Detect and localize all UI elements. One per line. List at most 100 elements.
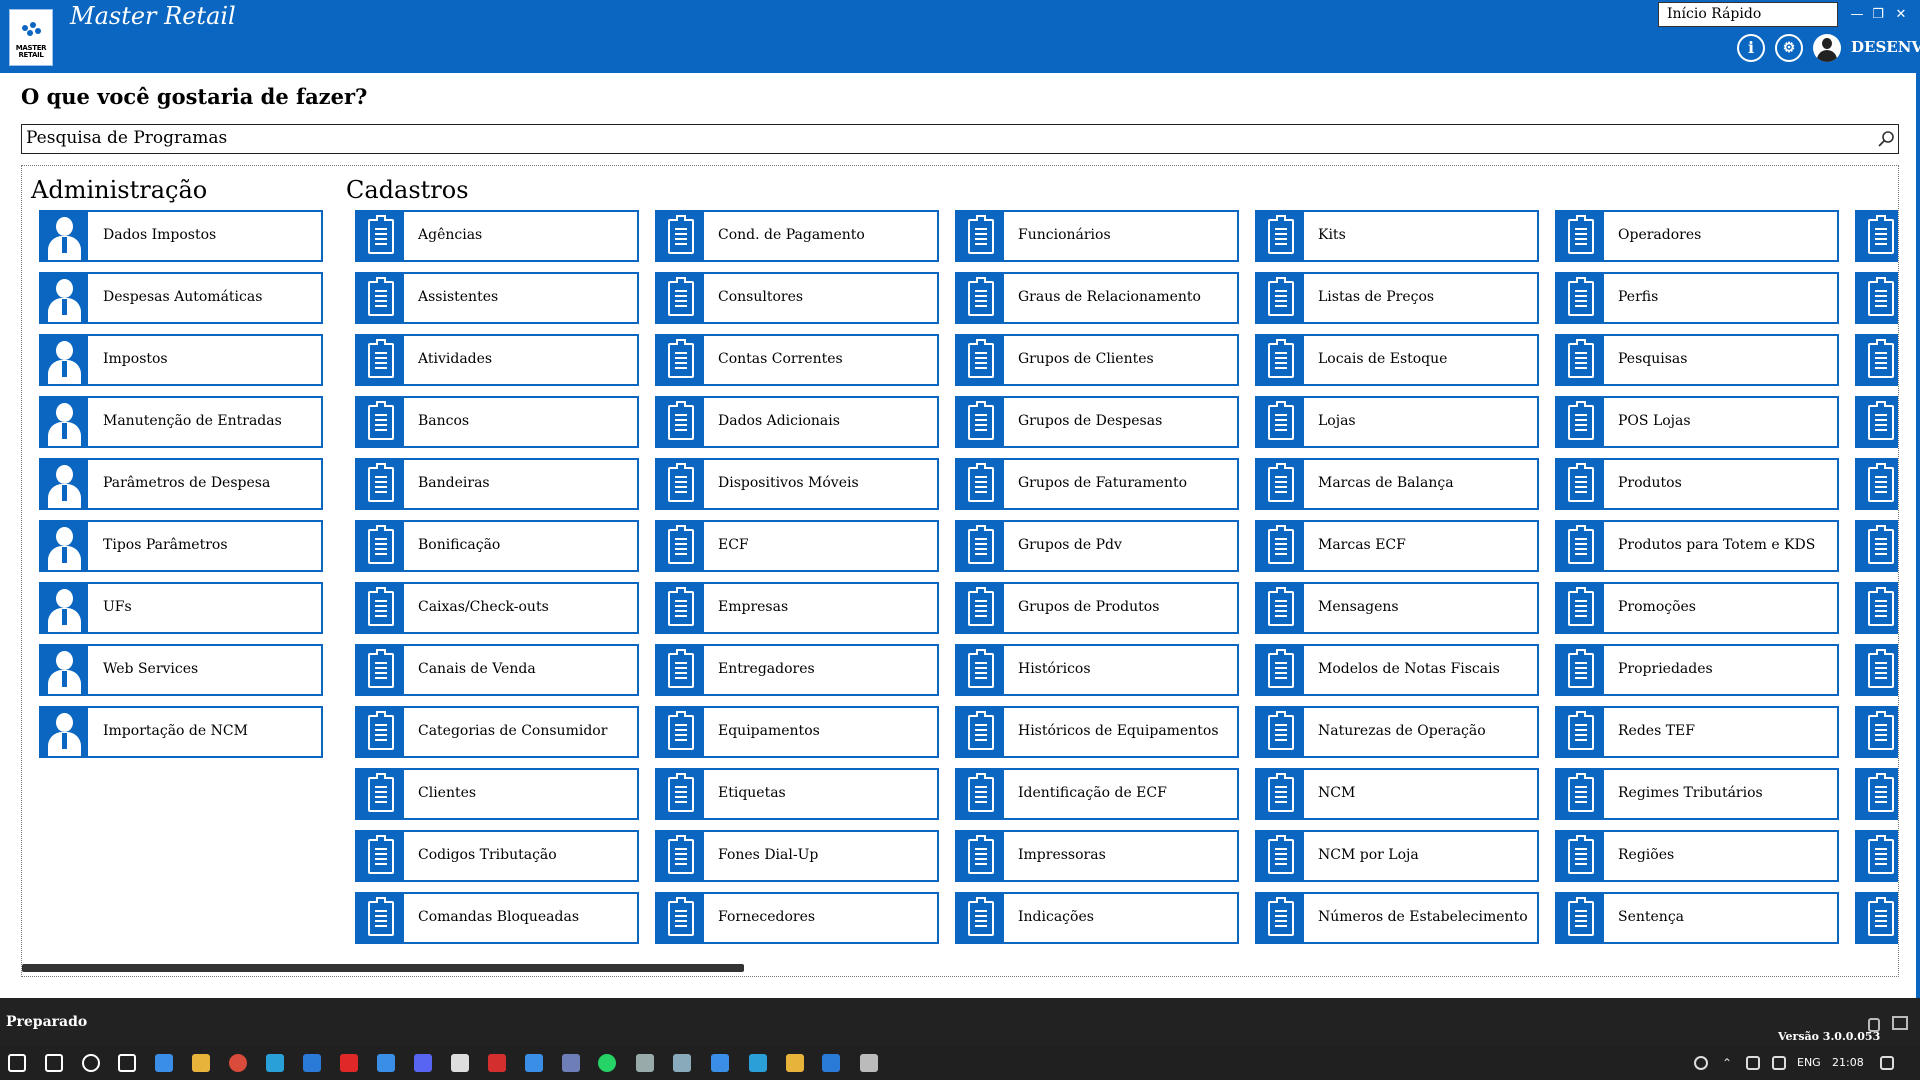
volume-icon[interactable] <box>1746 1056 1760 1070</box>
windows-start-icon[interactable] <box>8 1054 26 1072</box>
cadastro-tile[interactable]: Locais de Estoque <box>1255 334 1539 386</box>
cadastro-tile[interactable]: Lojas <box>1255 396 1539 448</box>
cadastro-tile[interactable]: Sentença <box>1555 892 1839 944</box>
cadastro-tile[interactable]: Históricos <box>955 644 1239 696</box>
cadastro-tile[interactable]: Codigos Tributação <box>355 830 639 882</box>
remote-desktop-icon[interactable] <box>636 1054 654 1072</box>
cadastro-tile[interactable] <box>1855 210 1898 262</box>
cadastro-tile[interactable]: Regimes Tributários <box>1555 768 1839 820</box>
cadastro-tile[interactable]: Modelos de Notas Fiscais <box>1255 644 1539 696</box>
info-icon[interactable]: i <box>1737 34 1765 62</box>
git-icon[interactable] <box>786 1054 804 1072</box>
cadastro-tile[interactable]: Marcas ECF <box>1255 520 1539 572</box>
cadastro-tile[interactable]: Redes TEF <box>1555 706 1839 758</box>
cadastro-tile[interactable] <box>1855 520 1898 572</box>
restore-icon[interactable]: ❐ <box>1866 4 1890 26</box>
admin-tile[interactable]: Dados Impostos <box>39 210 323 262</box>
task-view-icon[interactable] <box>118 1054 136 1072</box>
cadastro-tile[interactable]: ECF <box>655 520 939 572</box>
cadastro-tile[interactable]: Propriedades <box>1555 644 1839 696</box>
cadastro-tile[interactable]: Naturezas de Operação <box>1255 706 1539 758</box>
chrome-icon[interactable] <box>229 1054 247 1072</box>
gear-icon[interactable]: ⚙ <box>1775 34 1803 62</box>
battery-icon[interactable] <box>1772 1056 1786 1070</box>
chevron-up-icon[interactable]: ⌃ <box>1722 1056 1736 1070</box>
search-icon[interactable] <box>1876 129 1896 149</box>
cadastro-tile[interactable]: Grupos de Clientes <box>955 334 1239 386</box>
cadastro-tile[interactable]: Empresas <box>655 582 939 634</box>
cadastro-tile[interactable]: Produtos <box>1555 458 1839 510</box>
quick-start-input[interactable]: Início Rápido <box>1658 2 1838 27</box>
cadastro-tile[interactable] <box>1855 272 1898 324</box>
language-indicator[interactable]: ENG <box>1797 1056 1821 1069</box>
github-desktop-icon[interactable] <box>562 1054 580 1072</box>
cadastro-tile[interactable]: Graus de Relacionamento <box>955 272 1239 324</box>
cadastro-tile[interactable] <box>1855 396 1898 448</box>
vscode-icon[interactable] <box>303 1054 321 1072</box>
cortana-icon[interactable] <box>82 1054 100 1072</box>
cadastro-tile[interactable]: Fornecedores <box>655 892 939 944</box>
people-icon[interactable] <box>1694 1056 1708 1070</box>
clock[interactable]: 21:08 <box>1832 1056 1864 1069</box>
cadastro-tile[interactable]: Categorias de Consumidor <box>355 706 639 758</box>
whatsapp-icon[interactable] <box>598 1054 616 1072</box>
notifications-icon[interactable] <box>1880 1056 1894 1070</box>
avatar[interactable] <box>1813 34 1841 62</box>
cadastro-tile[interactable]: Clientes <box>355 768 639 820</box>
cadastro-tile[interactable]: Contas Correntes <box>655 334 939 386</box>
cadastro-tile[interactable] <box>1855 582 1898 634</box>
admin-tile[interactable]: Parâmetros de Despesa <box>39 458 323 510</box>
horizontal-scrollbar[interactable] <box>22 964 744 972</box>
cadastro-tile[interactable]: Entregadores <box>655 644 939 696</box>
cadastro-tile[interactable] <box>1855 334 1898 386</box>
cadastro-tile[interactable]: Regiões <box>1555 830 1839 882</box>
cadastro-tile[interactable]: Caixas/Check-outs <box>355 582 639 634</box>
tablet-app-icon[interactable] <box>673 1054 691 1072</box>
media-app-icon[interactable] <box>749 1054 767 1072</box>
close-icon[interactable]: ✕ <box>1889 4 1913 26</box>
discord-icon[interactable] <box>414 1054 432 1072</box>
cadastro-tile[interactable] <box>1855 892 1898 944</box>
cadastro-tile[interactable]: Cond. de Pagamento <box>655 210 939 262</box>
cadastro-tile[interactable]: Impressoras <box>955 830 1239 882</box>
admin-tile[interactable]: Web Services <box>39 644 323 696</box>
cadastro-tile[interactable]: Equipamentos <box>655 706 939 758</box>
cadastro-tile[interactable]: Dados Adicionais <box>655 396 939 448</box>
cadastro-tile[interactable]: Pesquisas <box>1555 334 1839 386</box>
cadastro-tile[interactable]: Bonificação <box>355 520 639 572</box>
edge-icon[interactable] <box>266 1054 284 1072</box>
cadastro-tile[interactable]: Canais de Venda <box>355 644 639 696</box>
cadastro-tile[interactable]: Perfis <box>1555 272 1839 324</box>
cadastro-tile[interactable]: Fones Dial-Up <box>655 830 939 882</box>
messenger-icon[interactable] <box>525 1054 543 1072</box>
cadastro-tile[interactable]: Grupos de Faturamento <box>955 458 1239 510</box>
cadastro-tile[interactable]: Bancos <box>355 396 639 448</box>
mail-icon[interactable] <box>377 1054 395 1072</box>
cadastro-tile[interactable]: Assistentes <box>355 272 639 324</box>
admin-tile[interactable]: Impostos <box>39 334 323 386</box>
cadastro-tile[interactable] <box>1855 830 1898 882</box>
misc-app-icon[interactable] <box>860 1054 878 1072</box>
cadastro-tile[interactable] <box>1855 768 1898 820</box>
cadastro-tile[interactable]: Números de Estabelecimento <box>1255 892 1539 944</box>
cadastro-tile[interactable]: Grupos de Pdv <box>955 520 1239 572</box>
cadastro-tile[interactable] <box>1855 644 1898 696</box>
search-input[interactable]: Pesquisa de Programas <box>21 124 1899 154</box>
cadastro-tile[interactable]: Comandas Bloqueadas <box>355 892 639 944</box>
pointer-app-icon[interactable] <box>451 1054 469 1072</box>
admin-tile[interactable]: Despesas Automáticas <box>39 272 323 324</box>
file-explorer-icon[interactable] <box>192 1054 210 1072</box>
cadastro-tile[interactable]: Listas de Preços <box>1255 272 1539 324</box>
cadastro-tile[interactable]: POS Lojas <box>1555 396 1839 448</box>
cadastro-tile[interactable]: Funcionários <box>955 210 1239 262</box>
admin-tile[interactable]: Manutenção de Entradas <box>39 396 323 448</box>
admin-tile[interactable]: Tipos Parâmetros <box>39 520 323 572</box>
pdf-icon[interactable] <box>488 1054 506 1072</box>
admin-tile[interactable]: Importação de NCM <box>39 706 323 758</box>
cadastro-tile[interactable]: Identificação de ECF <box>955 768 1239 820</box>
search-icon[interactable] <box>45 1054 63 1072</box>
cadastro-tile[interactable]: Consultores <box>655 272 939 324</box>
cadastro-tile[interactable]: Marcas de Balança <box>1255 458 1539 510</box>
vscode-blue-icon[interactable] <box>822 1054 840 1072</box>
cadastro-tile[interactable]: Bandeiras <box>355 458 639 510</box>
